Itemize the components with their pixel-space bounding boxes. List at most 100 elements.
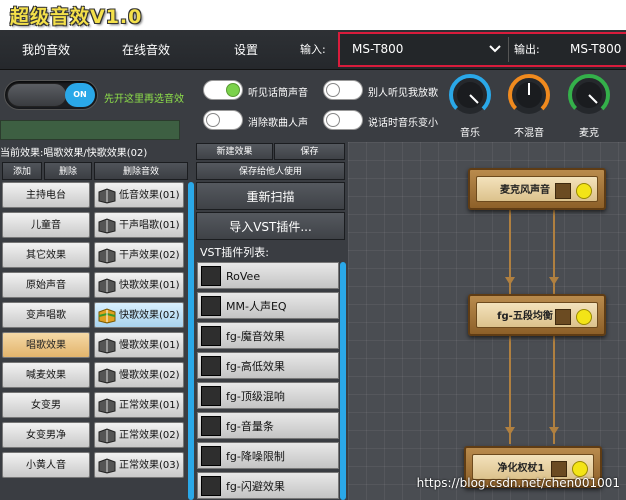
plugin-label: fg-闪避效果 — [226, 480, 285, 493]
remove-effect-button[interactable]: 删除音效 — [94, 162, 188, 180]
effect-item[interactable]: 干声唱歌(01) — [94, 212, 184, 238]
switch-mic-monitor[interactable] — [203, 80, 243, 100]
switch-share-music[interactable] — [323, 80, 363, 100]
effect-list-scrollbar[interactable] — [188, 182, 194, 500]
book-icon — [98, 368, 116, 384]
eq-settings-icon[interactable] — [551, 461, 567, 477]
chain-node[interactable]: 麦克风声音 — [468, 168, 606, 210]
chevron-down-icon[interactable] — [488, 43, 502, 55]
toggle-on-label: ON — [65, 83, 95, 107]
plugin-icon — [201, 416, 221, 436]
colorful-book-icon — [98, 308, 116, 324]
effect-label: 快歌效果(01) — [119, 280, 180, 291]
plugin-icon — [201, 326, 221, 346]
app-window: 超级音效V1.0 我的音效 在线音效 设置 输入: MS-T800 输出: MS… — [0, 0, 626, 500]
category-item[interactable]: 喊麦效果 — [2, 362, 90, 388]
effect-item[interactable]: 正常效果(03) — [94, 452, 184, 478]
vst-plugin-item[interactable]: fg-高低效果 — [197, 352, 339, 379]
eq-settings-icon[interactable] — [555, 183, 571, 199]
effect-chain-canvas: 麦克风声音 fg-五段均衡 净化权杖1 — [348, 142, 626, 500]
effect-item[interactable]: 快歌效果(01) — [94, 272, 184, 298]
vst-plugin-item[interactable]: MM-人声EQ — [197, 292, 339, 319]
level-bar — [0, 120, 180, 140]
effect-item[interactable]: 低音效果(01) — [94, 182, 184, 208]
gauge-label: 麦克 — [579, 128, 599, 139]
vst-list-scrollbar[interactable] — [340, 262, 346, 500]
tab-settings[interactable]: 设置 — [204, 30, 288, 70]
mic-volume-knob[interactable] — [567, 73, 611, 117]
chain-node[interactable]: fg-五段均衡 — [468, 294, 606, 336]
category-item[interactable]: 变声唱歌 — [2, 302, 90, 328]
book-icon — [98, 398, 116, 414]
delete-category-button[interactable]: 删除 — [44, 162, 92, 180]
gauge-label: 不混音 — [514, 128, 544, 139]
category-item[interactable]: 小黄人音 — [2, 452, 90, 478]
effect-item[interactable]: 正常效果(01) — [94, 392, 184, 418]
book-icon — [98, 338, 116, 354]
app-title: 超级音效V1.0 — [10, 6, 143, 28]
effect-item[interactable]: 慢歌效果(01) — [94, 332, 184, 358]
category-item[interactable]: 女变男净 — [2, 422, 90, 448]
eq-settings-icon[interactable] — [555, 309, 571, 325]
book-icon — [98, 248, 116, 264]
node-status-indicator[interactable] — [572, 461, 588, 477]
vst-plugin-item[interactable]: fg-音量条 — [197, 412, 339, 439]
category-item[interactable]: 主持电台 — [2, 182, 90, 208]
switch-remove-vocals[interactable] — [203, 110, 243, 130]
switch-label: 消除歌曲人声 — [248, 118, 308, 129]
switch-duck-music[interactable] — [323, 110, 363, 130]
effect-label: 快歌效果(02) — [119, 310, 180, 321]
book-icon — [98, 428, 116, 444]
save-button[interactable]: 保存 — [274, 143, 345, 160]
category-item[interactable]: 原始声音 — [2, 272, 90, 298]
effect-item[interactable]: 干声效果(02) — [94, 242, 184, 268]
effect-label: 低音效果(01) — [119, 190, 180, 201]
category-item-selected[interactable]: 唱歌效果 — [2, 332, 90, 358]
effect-label: 正常效果(02) — [119, 430, 180, 441]
effect-label: 正常效果(01) — [119, 400, 180, 411]
input-device-select[interactable]: MS-T800 — [352, 34, 403, 65]
import-vst-button[interactable]: 导入VST插件... — [196, 212, 345, 240]
category-item[interactable]: 其它效果 — [2, 242, 90, 268]
add-category-button[interactable]: 添加 — [2, 162, 42, 180]
effect-item[interactable]: 正常效果(02) — [94, 422, 184, 448]
book-icon — [98, 218, 116, 234]
plugin-label: MM-人声EQ — [226, 300, 287, 313]
effect-item-selected[interactable]: 快歌效果(02) — [94, 302, 184, 328]
switch-label: 听见话筒声音 — [248, 88, 308, 99]
plugin-icon — [201, 386, 221, 406]
tab-online-effects[interactable]: 在线音效 — [104, 30, 188, 70]
vst-plugin-item[interactable]: fg-魔音效果 — [197, 322, 339, 349]
vst-plugin-item[interactable]: fg-闪避效果 — [197, 472, 339, 499]
hint-text: 先开这里再选音效 — [104, 94, 184, 105]
current-effect-label: 当前效果:唱歌效果/快歌效果(02) — [0, 148, 148, 159]
vst-plugin-item[interactable]: fg-降噪限制 — [197, 442, 339, 469]
plugin-icon — [201, 356, 221, 376]
output-device-select[interactable]: MS-T800 — [570, 34, 621, 65]
book-icon — [98, 458, 116, 474]
effect-label: 正常效果(03) — [119, 460, 180, 471]
node-status-indicator[interactable] — [576, 183, 592, 199]
tab-my-effects[interactable]: 我的音效 — [4, 30, 88, 70]
plugin-label: fg-降噪限制 — [226, 450, 285, 463]
plugin-label: fg-顶级混响 — [226, 390, 285, 403]
vst-plugin-item[interactable]: fg-顶级混响 — [197, 382, 339, 409]
output-label: 输出: — [514, 43, 540, 56]
new-effect-button[interactable]: 新建效果 — [196, 143, 273, 160]
mix-knob[interactable] — [507, 73, 551, 117]
vst-plugin-item[interactable]: RoVee — [197, 262, 339, 289]
rescan-button[interactable]: 重新扫描 — [196, 182, 345, 210]
category-item[interactable]: 女变男 — [2, 392, 90, 418]
category-item[interactable]: 儿童音 — [2, 212, 90, 238]
plugin-label: fg-魔音效果 — [226, 330, 285, 343]
toggle-knob — [7, 83, 67, 107]
music-volume-knob[interactable] — [448, 73, 492, 117]
effect-label: 干声唱歌(01) — [119, 220, 180, 231]
effect-label: 慢歌效果(02) — [119, 370, 180, 381]
effect-label: 慢歌效果(01) — [119, 340, 180, 351]
effect-item[interactable]: 慢歌效果(02) — [94, 362, 184, 388]
node-status-indicator[interactable] — [576, 309, 592, 325]
book-icon — [98, 188, 116, 204]
master-effect-toggle[interactable]: ON — [4, 80, 98, 110]
save-for-others-button[interactable]: 保存给他人使用 — [196, 162, 345, 180]
